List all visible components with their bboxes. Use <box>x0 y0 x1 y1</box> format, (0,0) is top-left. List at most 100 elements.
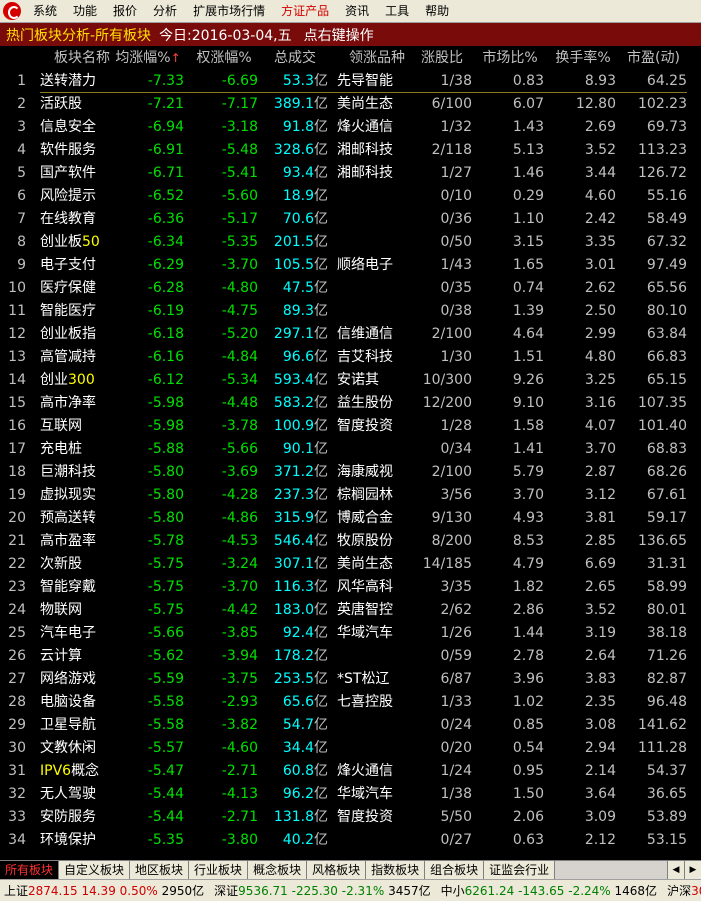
table-row[interactable]: 11 智能医疗 -6.19 -4.75 89.3亿 0/38 1.39 2.50 80.10 <box>0 300 701 323</box>
tab-5[interactable]: 风格板块 <box>307 861 367 879</box>
weighted-change: -5.17 <box>221 211 258 227</box>
turnover: 12.80 <box>575 96 616 112</box>
table-row[interactable]: 18 巨潮科技 -5.80 -3.69 371.2亿 海康威视 2/100 5.79 2.87 6… <box>0 461 701 484</box>
table-row[interactable]: 19 虚拟现实 -5.80 -4.28 237.3亿 棕榈园林 3/56 3.70 3.12 67… <box>0 484 701 507</box>
row-index: 24 <box>8 602 26 618</box>
table-row[interactable]: 2 活跃股 -7.21 -7.17 389.1亿 美尚生态 6/100 6.07 12.80 10… <box>0 93 701 116</box>
leader-stock[interactable]: 湘邮科技 <box>337 162 417 185</box>
table-row[interactable]: 10 医疗保健 -6.28 -4.80 47.5亿 0/35 0.74 2.62 65.56 <box>0 277 701 300</box>
table-row[interactable]: 15 高市净率 -5.98 -4.48 583.2亿 益生股份 12/200 9.10 3.16… <box>0 392 701 415</box>
menu-item[interactable]: 方证产品 <box>273 0 337 22</box>
leader-stock[interactable]: 海康威视 <box>337 461 417 484</box>
table-row[interactable]: 20 预高送转 -5.80 -4.86 315.9亿 博威合金 9/130 4.93 3.81 5… <box>0 507 701 530</box>
index-shenzhen[interactable]: 深证9536.71 -225.30 -2.31% 3457亿 <box>214 882 434 899</box>
table-row[interactable]: 7 在线教育 -6.36 -5.17 70.6亿 0/36 1.10 2.42 58.49 <box>0 208 701 231</box>
menu-item[interactable]: 帮助 <box>417 0 457 22</box>
leader-stock[interactable]: 信维通信 <box>337 323 417 346</box>
tab-1[interactable]: 自定义板块 <box>59 861 131 879</box>
menu-item[interactable]: 功能 <box>65 0 105 22</box>
header-leader[interactable]: 领涨品种 <box>337 47 417 70</box>
table-row[interactable]: 17 充电桩 -5.88 -5.66 90.1亿 0/34 1.41 3.70 68.83 <box>0 438 701 461</box>
table-row[interactable]: 22 次新股 -5.75 -3.24 307.1亿 美尚生态 14/185 4.79 6.69 3… <box>0 553 701 576</box>
leader-stock[interactable]: 华域汽车 <box>337 622 417 645</box>
leader-stock[interactable]: 先导智能 <box>337 70 417 93</box>
index-shanghai[interactable]: 上证2874.15 14.39 0.50% 2950亿 <box>4 882 208 899</box>
tab-2[interactable]: 地区板块 <box>130 861 190 879</box>
leader-stock[interactable]: 烽火通信 <box>337 760 417 783</box>
leader-stock[interactable]: 英唐智控 <box>337 599 417 622</box>
table-row[interactable]: 30 文教休闲 -5.57 -4.60 34.4亿 0/20 0.54 2.94 111.28 <box>0 737 701 760</box>
up-ratio: 6/100 <box>431 96 472 112</box>
leader-stock[interactable]: 华域汽车 <box>337 783 417 806</box>
leader-stock[interactable]: 美尚生态 <box>337 93 417 116</box>
table-row[interactable]: 29 卫星导航 -5.58 -3.82 54.7亿 0/24 0.85 3.08 141.62 <box>0 714 701 737</box>
avg-change: -6.16 <box>147 349 184 365</box>
leader-stock[interactable]: 风华高科 <box>337 576 417 599</box>
menu-item[interactable]: 报价 <box>105 0 145 22</box>
tab-6[interactable]: 指数板块 <box>366 861 426 879</box>
table-row[interactable]: 4 软件服务 -6.91 -5.48 328.6亿 湘邮科技 2/118 5.13 3.52 11… <box>0 139 701 162</box>
tab-8[interactable]: 证监会行业 <box>484 861 556 879</box>
leader-stock[interactable]: 吉艾科技 <box>337 346 417 369</box>
leader-stock[interactable]: 湘邮科技 <box>337 139 417 162</box>
leader-stock[interactable]: 智度投资 <box>337 415 417 438</box>
header-pe[interactable]: 市盈(动) <box>620 47 687 70</box>
menu-item[interactable]: 扩展市场行情 <box>185 0 273 22</box>
tab-scroll-right-icon[interactable]: ▶ <box>684 861 701 879</box>
leader-stock[interactable]: 安诺其 <box>337 369 417 392</box>
table-row[interactable]: 12 创业板指 -6.18 -5.20 297.1亿 信维通信 2/100 4.64 2.99 6… <box>0 323 701 346</box>
row-index: 21 <box>8 533 26 549</box>
tab-3[interactable]: 行业板块 <box>189 861 249 879</box>
table-row[interactable]: 21 高市盈率 -5.78 -4.53 546.4亿 牧原股份 8/200 8.53 2.85 1… <box>0 530 701 553</box>
table-row[interactable]: 14 创业300 -6.12 -5.34 593.4亿 安诺其 10/300 9.26 3.25… <box>0 369 701 392</box>
header-turnover[interactable]: 换手率% <box>550 47 616 70</box>
tab-4[interactable]: 概念板块 <box>248 861 308 879</box>
header-volume[interactable]: 总成交 <box>262 47 328 70</box>
menu-item[interactable]: 工具 <box>377 0 417 22</box>
leader-stock[interactable]: 棕榈园林 <box>337 484 417 507</box>
table-row[interactable]: 27 网络游戏 -5.59 -3.75 253.5亿 *ST松辽 6/87 3.96 3.83 8… <box>0 668 701 691</box>
table-row[interactable]: 28 电脑设备 -5.58 -2.93 65.6亿 七喜控股 1/33 1.02 2.35 96.… <box>0 691 701 714</box>
table-row[interactable]: 6 风险提示 -6.52 -5.60 18.9亿 0/10 0.29 4.60 55.16 <box>0 185 701 208</box>
table-row[interactable]: 32 无人驾驶 -5.44 -4.13 96.2亿 华域汽车 1/38 1.50 3.64 36.… <box>0 783 701 806</box>
leader-stock[interactable]: *ST松辽 <box>337 668 417 691</box>
leader-stock[interactable]: 牧原股份 <box>337 530 417 553</box>
tab-scroll-left-icon[interactable]: ◀ <box>667 861 684 879</box>
turnover: 6.69 <box>584 556 616 572</box>
table-row[interactable]: 23 智能穿戴 -5.75 -3.70 116.3亿 风华高科 3/35 1.82 2.65 58… <box>0 576 701 599</box>
table-row[interactable]: 16 互联网 -5.98 -3.78 100.9亿 智度投资 1/28 1.58 4.07 101… <box>0 415 701 438</box>
leader-stock[interactable]: 美尚生态 <box>337 553 417 576</box>
leader-stock[interactable]: 顺络电子 <box>337 254 417 277</box>
app-logo-icon[interactable] <box>3 2 21 20</box>
header-avg-change[interactable]: 均涨幅%↑ <box>112 47 184 70</box>
table-row[interactable]: 13 高管减持 -6.16 -4.84 96.6亿 吉艾科技 1/30 1.51 4.80 66.… <box>0 346 701 369</box>
sector-tab-bar: 所有板块 自定义板块 地区板块 行业板块 概念板块 风格板块 指数板块 组合板块 证监会行业 ◀… <box>0 860 701 879</box>
menu-item[interactable]: 分析 <box>145 0 185 22</box>
table-row[interactable]: 5 国产软件 -6.71 -5.41 93.4亿 湘邮科技 1/27 1.46 3.44 126.… <box>0 162 701 185</box>
table-row[interactable]: 3 信息安全 -6.94 -3.18 91.8亿 烽火通信 1/32 1.43 2.69 69.7… <box>0 116 701 139</box>
table-row[interactable]: 24 物联网 -5.75 -4.42 183.0亿 英唐智控 2/62 2.86 3.52 80.… <box>0 599 701 622</box>
header-weighted-change[interactable]: 权涨幅% <box>190 47 258 70</box>
table-row[interactable]: 25 汽车电子 -5.66 -3.85 92.4亿 华域汽车 1/26 1.44 3.19 38.… <box>0 622 701 645</box>
header-market-ratio[interactable]: 市场比% <box>476 47 544 70</box>
leader-stock[interactable]: 七喜控股 <box>337 691 417 714</box>
leader-stock[interactable]: 智度投资 <box>337 806 417 829</box>
table-row[interactable]: 34 环境保护 -5.35 -3.80 40.2亿 0/27 0.63 2.12 53.15 <box>0 829 701 852</box>
menu-item[interactable]: 资讯 <box>337 0 377 22</box>
turnover: 3.09 <box>584 809 616 825</box>
header-up-ratio[interactable]: 涨股比 <box>412 47 472 70</box>
tab-0[interactable]: 所有板块 <box>0 861 60 879</box>
index-hs300[interactable]: 沪深30 <box>667 882 701 899</box>
tab-7[interactable]: 组合板块 <box>425 861 485 879</box>
table-row[interactable]: 9 电子支付 -6.29 -3.70 105.5亿 顺络电子 1/43 1.65 3.01 97.… <box>0 254 701 277</box>
table-row[interactable]: 31 IPV6概念 -5.47 -2.71 60.8亿 烽火通信 1/24 0.95 2.14 5… <box>0 760 701 783</box>
leader-stock[interactable]: 博威合金 <box>337 507 417 530</box>
index-smallcap[interactable]: 中小6261.24 -143.65 -2.24% 1468亿 <box>441 882 661 899</box>
table-row[interactable]: 8 创业板50 -6.34 -5.35 201.5亿 0/50 3.15 3.35 67.32 <box>0 231 701 254</box>
leader-stock[interactable]: 益生股份 <box>337 392 417 415</box>
table-row[interactable]: 33 安防服务 -5.44 -2.71 131.8亿 智度投资 5/50 2.06 3.09 53… <box>0 806 701 829</box>
table-row[interactable]: 26 云计算 -5.62 -3.94 178.2亿 0/59 2.78 2.64 71.26 <box>0 645 701 668</box>
table-row[interactable]: 1 送转潜力 -7.33 -6.69 53.3亿 先导智能 1/38 0.83 8.93 64.2… <box>0 70 701 93</box>
menu-item[interactable]: 系统 <box>25 0 65 22</box>
leader-stock[interactable]: 烽火通信 <box>337 116 417 139</box>
